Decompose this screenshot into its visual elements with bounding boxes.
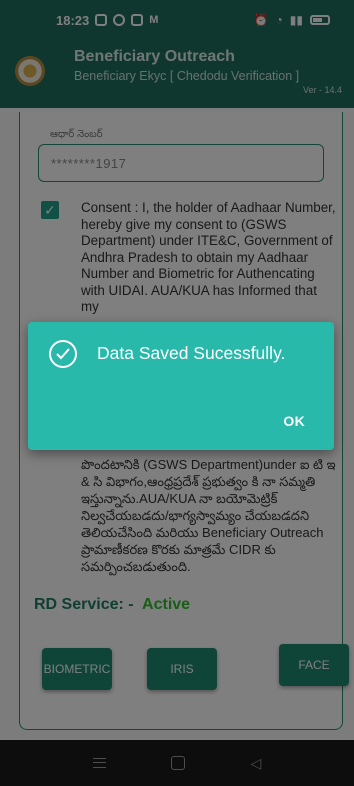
success-dialog: Data Saved Sucessfully. OK <box>28 322 334 450</box>
check-circle-icon <box>49 340 77 368</box>
dialog-message: Data Saved Sucessfully. <box>97 343 286 363</box>
ok-button[interactable]: OK <box>283 413 305 429</box>
